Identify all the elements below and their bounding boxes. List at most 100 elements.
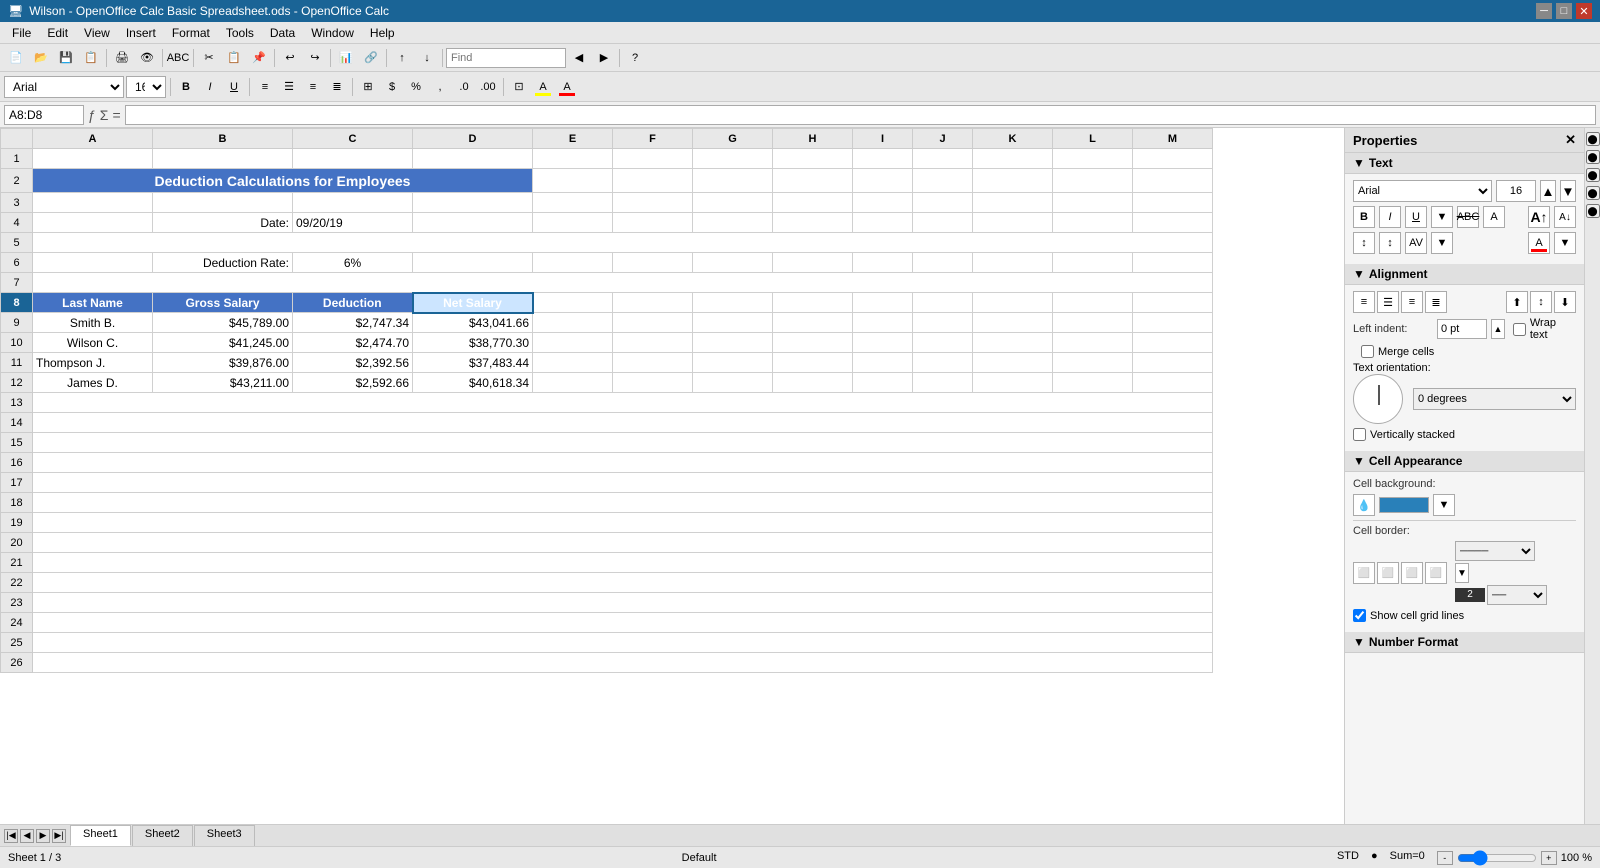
cell-A3[interactable] <box>33 193 153 213</box>
cell-A7[interactable] <box>33 273 1213 293</box>
prop-spacing-up-button[interactable]: ↕ <box>1379 232 1401 254</box>
cell-H10[interactable] <box>773 333 853 353</box>
cell-D4[interactable] <box>413 213 533 233</box>
cell-J2[interactable] <box>913 169 973 193</box>
cell-H6[interactable] <box>773 253 853 273</box>
close-button[interactable]: ✕ <box>1576 3 1592 19</box>
sum-icon[interactable]: Σ <box>100 107 109 123</box>
cell-G8[interactable] <box>693 293 773 313</box>
cell-G3[interactable] <box>693 193 773 213</box>
cell-B11[interactable]: $39,876.00 <box>153 353 293 373</box>
cell-E11[interactable] <box>533 353 613 373</box>
cell-I10[interactable] <box>853 333 913 353</box>
cell-M2[interactable] <box>1133 169 1213 193</box>
menu-tools[interactable]: Tools <box>218 24 262 42</box>
cell-F2[interactable] <box>613 169 693 193</box>
col-K[interactable]: K <box>973 129 1053 149</box>
cell-K8[interactable] <box>973 293 1053 313</box>
cell-J4[interactable] <box>913 213 973 233</box>
cell-G2[interactable] <box>693 169 773 193</box>
cell-K9[interactable] <box>973 313 1053 333</box>
row-6-header[interactable]: 6 <box>1 253 33 273</box>
font-color-button[interactable]: A <box>556 76 578 98</box>
cell-appearance-section-header[interactable]: ▼ Cell Appearance <box>1345 451 1584 472</box>
cell-L4[interactable] <box>1053 213 1133 233</box>
cell-B10[interactable]: $41,245.00 <box>153 333 293 353</box>
cut-button[interactable]: ✂ <box>197 47 221 69</box>
cell-F3[interactable] <box>613 193 693 213</box>
menu-data[interactable]: Data <box>262 24 303 42</box>
cell-L12[interactable] <box>1053 373 1133 393</box>
menu-edit[interactable]: Edit <box>39 24 76 42</box>
row-17-header[interactable]: 17 <box>1 473 33 493</box>
sort-desc-button[interactable]: ↓ <box>415 47 439 69</box>
cell-H11[interactable] <box>773 353 853 373</box>
cell-H2[interactable] <box>773 169 853 193</box>
sort-asc-button[interactable]: ↑ <box>390 47 414 69</box>
row-9-header[interactable]: 9 <box>1 313 33 333</box>
menu-help[interactable]: Help <box>362 24 403 42</box>
percent-button[interactable]: % <box>405 76 427 98</box>
cell-B9[interactable]: $45,789.00 <box>153 313 293 333</box>
cell-I1[interactable] <box>853 149 913 169</box>
align-justify-prop-button[interactable]: ≣ <box>1425 291 1447 313</box>
col-J[interactable]: J <box>913 129 973 149</box>
cell-L3[interactable] <box>1053 193 1133 213</box>
vert-bottom-button[interactable]: ⬇ <box>1554 291 1576 313</box>
align-center-prop-button[interactable]: ☰ <box>1377 291 1399 313</box>
cell-L2[interactable] <box>1053 169 1133 193</box>
align-justify-button[interactable]: ≣ <box>326 76 348 98</box>
cell-C9[interactable]: $2,747.34 <box>293 313 413 333</box>
cell-C4-date-value[interactable]: 09/20/19 <box>293 213 413 233</box>
sidebar-icon-2[interactable]: ⬤ <box>1586 150 1600 164</box>
cell-H4[interactable] <box>773 213 853 233</box>
spellcheck-button[interactable]: ABC <box>166 47 190 69</box>
row-20-header[interactable]: 20 <box>1 533 33 553</box>
left-indent-input[interactable] <box>1437 319 1487 339</box>
close-properties-icon[interactable]: ✕ <box>1565 132 1576 148</box>
copy-button[interactable]: 📋 <box>222 47 246 69</box>
cell-M9[interactable] <box>1133 313 1213 333</box>
menu-view[interactable]: View <box>76 24 118 42</box>
cell-B12[interactable]: $43,211.00 <box>153 373 293 393</box>
col-I[interactable]: I <box>853 129 913 149</box>
cell-E1[interactable] <box>533 149 613 169</box>
row-18-header[interactable]: 18 <box>1 493 33 513</box>
cell-M1[interactable] <box>1133 149 1213 169</box>
row-8-header[interactable]: 8 <box>1 293 33 313</box>
vert-top-button[interactable]: ⬆ <box>1506 291 1528 313</box>
col-B[interactable]: B <box>153 129 293 149</box>
cell-K10[interactable] <box>973 333 1053 353</box>
align-center-button[interactable]: ☰ <box>278 76 300 98</box>
sidebar-icon-5[interactable]: ⬤ <box>1586 204 1600 218</box>
cell-G6[interactable] <box>693 253 773 273</box>
prop-underline-button[interactable]: U <box>1405 206 1427 228</box>
cell-M10[interactable] <box>1133 333 1213 353</box>
cell-F6[interactable] <box>613 253 693 273</box>
cell-G12[interactable] <box>693 373 773 393</box>
border-btn-4[interactable]: ⬜ <box>1425 562 1447 584</box>
cell-A12[interactable]: James D. <box>33 373 153 393</box>
cell-E8[interactable] <box>533 293 613 313</box>
prop-decrease-font-button[interactable]: A↓ <box>1554 206 1576 228</box>
find-input[interactable] <box>446 48 566 68</box>
cell-D6[interactable] <box>413 253 533 273</box>
cell-bg-color-swatch[interactable] <box>1379 497 1429 513</box>
cell-M6[interactable] <box>1133 253 1213 273</box>
row-11-header[interactable]: 11 <box>1 353 33 373</box>
cell-L10[interactable] <box>1053 333 1133 353</box>
cell-I6[interactable] <box>853 253 913 273</box>
cell-I9[interactable] <box>853 313 913 333</box>
prop-font-color-dropdown[interactable]: ▼ <box>1554 232 1576 254</box>
thousands-button[interactable]: , <box>429 76 451 98</box>
cell-L1[interactable] <box>1053 149 1133 169</box>
cell-D1[interactable] <box>413 149 533 169</box>
prop-italic-button[interactable]: I <box>1379 206 1401 228</box>
number-format-section-header[interactable]: ▼ Number Format <box>1345 632 1584 653</box>
font-size-select[interactable]: 16 <box>126 76 166 98</box>
cell-K6[interactable] <box>973 253 1053 273</box>
row-13-header[interactable]: 13 <box>1 393 33 413</box>
align-right-prop-button[interactable]: ≡ <box>1401 291 1423 313</box>
menu-file[interactable]: File <box>4 24 39 42</box>
sheet-tab-sheet3[interactable]: Sheet3 <box>194 825 255 846</box>
